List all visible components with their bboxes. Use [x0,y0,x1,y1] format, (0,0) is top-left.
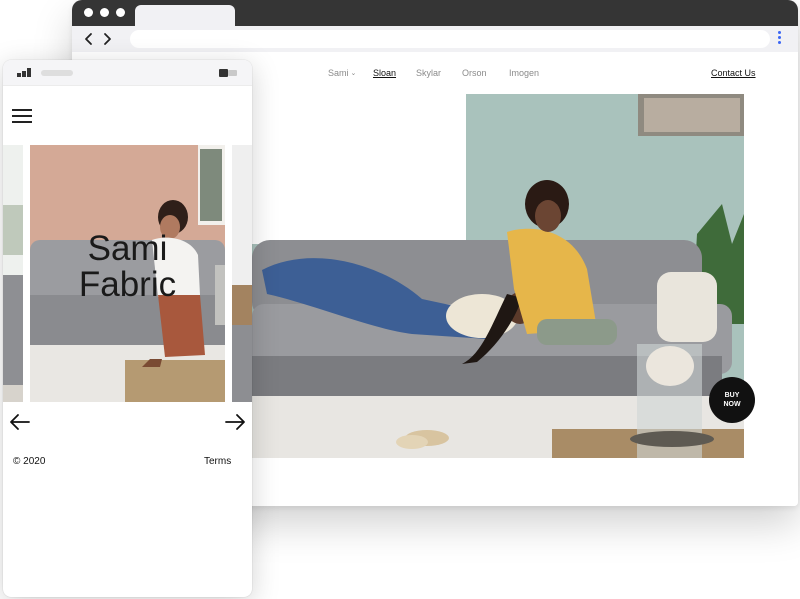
nav-item-skylar[interactable]: Skylar [416,68,441,78]
nav-item-sloan[interactable]: Sloan [373,68,396,78]
mobile-device: Sami Fabric © 2020 Terms [3,60,252,597]
living-room-sofa-image [252,94,744,458]
arrow-left-icon [10,414,30,430]
back-button[interactable] [81,31,97,47]
nav-item-orson[interactable]: Orson [462,68,487,78]
buy-now-button[interactable]: BUY NOW [709,377,755,423]
mobile-statusbar [3,60,252,86]
browser-titlebar [72,0,798,27]
chevron-right-icon [104,33,111,45]
browser-tab[interactable] [135,5,235,27]
nav-item-imogen[interactable]: Imogen [509,68,539,78]
signal-icon [17,68,35,77]
arrow-right-icon [225,414,245,430]
slide-title: Sami Fabric [78,229,177,304]
address-bar[interactable] [130,30,770,48]
carousel-slide-active[interactable]: Sami Fabric [30,145,225,402]
window-control-maximize[interactable] [116,8,125,17]
product-carousel[interactable]: Sami Fabric [3,145,252,402]
terms-link[interactable]: Terms [204,456,231,467]
window-control-minimize[interactable] [100,8,109,17]
forward-button[interactable] [99,31,115,47]
battery-icon [219,69,237,77]
window-control-close[interactable] [84,8,93,17]
carousel-slide-next[interactable] [232,145,252,402]
nav-item-sami[interactable]: Sami ⌄ [328,68,356,78]
browser-toolbar [72,26,798,52]
chevron-down-icon: ⌄ [350,70,357,77]
kebab-menu-icon[interactable] [778,31,782,47]
carousel-next-button[interactable] [223,410,247,434]
contact-us-link[interactable]: Contact Us [711,68,756,78]
next-slide-image [232,145,252,402]
carrier-placeholder [41,70,73,76]
hero-image [252,94,744,458]
marketing-stage: Sami ⌄ Sloan Skylar Orson Imogen Contact … [0,0,800,599]
chevron-left-icon [85,33,92,45]
carousel-prev-button[interactable] [8,410,32,434]
previous-slide-image [3,145,23,402]
copyright-text: © 2020 [13,456,46,467]
carousel-slide-previous[interactable] [3,145,23,402]
hamburger-menu-icon[interactable] [12,108,32,124]
